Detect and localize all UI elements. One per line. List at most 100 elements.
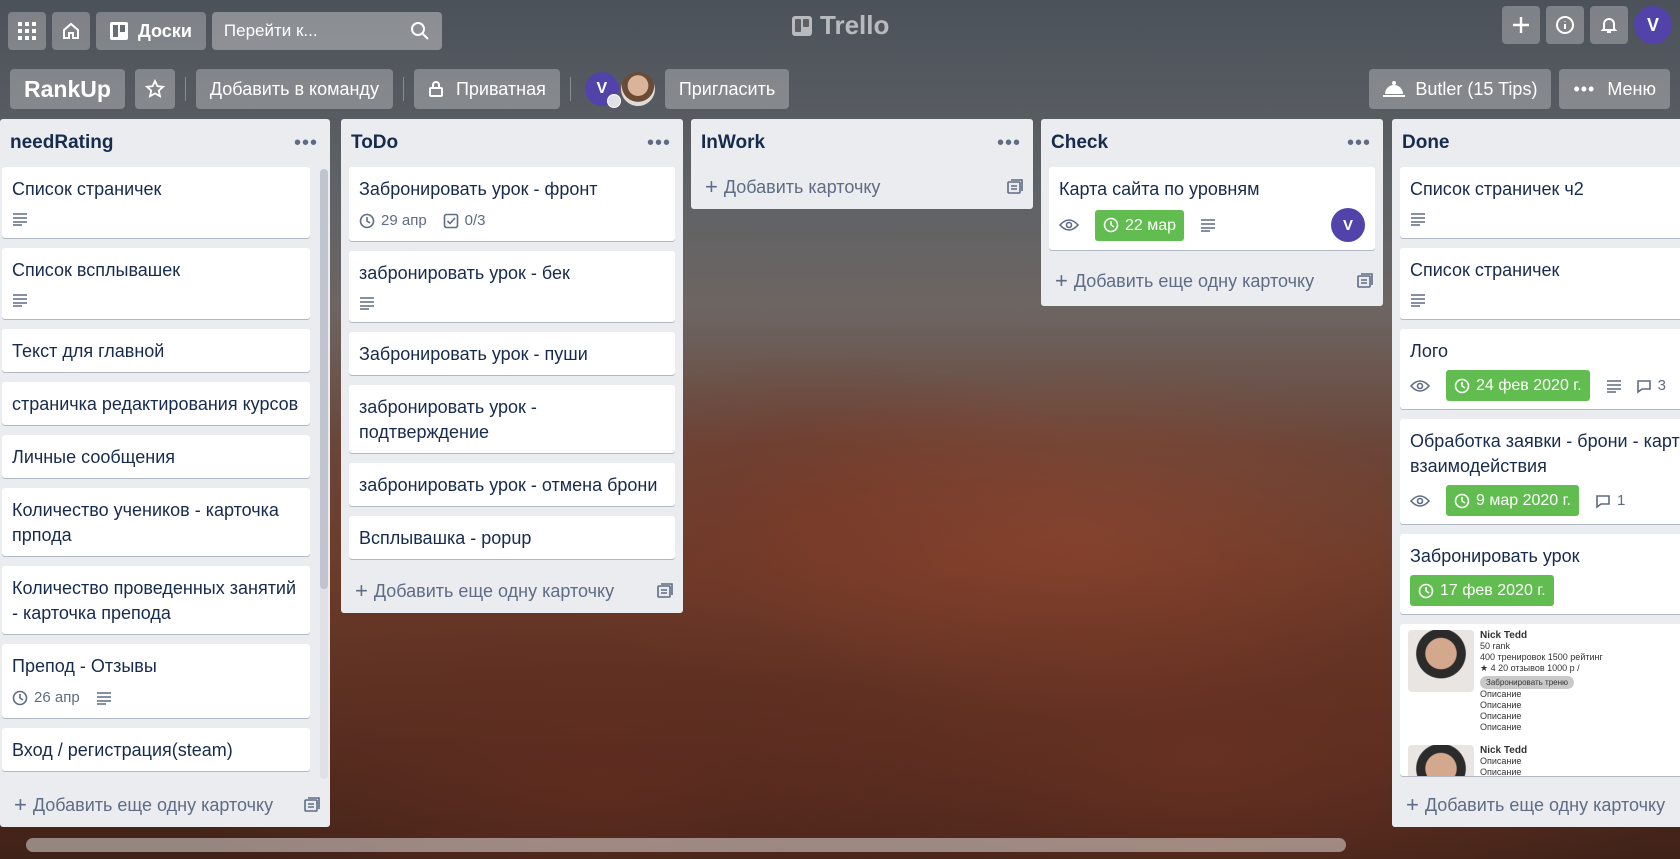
card[interactable]: забронировать урок - бек xyxy=(349,251,675,322)
clock-icon xyxy=(1418,583,1434,598)
preview-photo xyxy=(1408,745,1474,776)
user-avatar[interactable]: V xyxy=(1634,6,1672,44)
card[interactable]: Список страничек xyxy=(1400,248,1680,319)
butler-button[interactable]: Butler (15 Tips) xyxy=(1369,69,1552,109)
privacy-button[interactable]: Приватная xyxy=(413,69,560,109)
watch-badge xyxy=(1410,494,1436,508)
checklist-count: 0/3 xyxy=(464,212,486,229)
list-menu-icon[interactable]: ••• xyxy=(997,132,1021,155)
list-menu-icon[interactable]: ••• xyxy=(1347,132,1371,155)
preview-info: Nick Tedd 50 rank 400 тренировок 1500 ре… xyxy=(1480,630,1680,733)
card[interactable]: Количество проведенных занятий - карточк… xyxy=(2,566,310,634)
card[interactable]: страничка редактирования курсов xyxy=(2,382,310,425)
preview-name: Nick Tedd xyxy=(1480,745,1528,756)
add-card-button[interactable]: + Добавить еще одну карточку xyxy=(0,783,330,827)
checklist-badge: 0/3 xyxy=(443,208,486,233)
notifications-button[interactable] xyxy=(1590,6,1628,44)
apps-button[interactable] xyxy=(8,12,46,50)
member-avatar[interactable]: V xyxy=(584,72,621,108)
list-header: needRating ••• xyxy=(0,119,330,167)
card-image-preview[interactable]: Nick Tedd 50 rank 400 тренировок 1500 ре… xyxy=(1400,624,1680,776)
comments-badge: 1 xyxy=(1595,488,1625,513)
comment-count: 1 xyxy=(1616,492,1626,509)
card-title: Препод - Отзывы xyxy=(12,656,157,676)
preview-rating: ★ 4 20 отзывов 1000 р / xyxy=(1480,663,1580,673)
card-title: страничка редактирования курсов xyxy=(12,394,299,414)
list-scrollbar[interactable] xyxy=(320,169,328,779)
info-button[interactable] xyxy=(1546,6,1584,44)
list-menu-icon[interactable]: ••• xyxy=(294,132,318,155)
card[interactable]: Количество учеников - карточка прпода xyxy=(2,488,310,556)
lock-icon xyxy=(428,81,443,97)
plus-icon: + xyxy=(1055,268,1068,293)
search-placeholder: Перейти к... xyxy=(223,21,318,40)
list-title[interactable]: Done xyxy=(1402,132,1450,154)
card[interactable]: Забронировать урок 17 фев 2020 г. xyxy=(1400,534,1680,614)
add-card-button[interactable]: + Добавить еще одну карточку xyxy=(341,569,683,613)
description-icon xyxy=(13,213,27,226)
card[interactable]: Вход / регистрация(steam) xyxy=(2,728,310,771)
card-title: Количество учеников - карточка прпода xyxy=(12,500,279,545)
list-check: Check ••• Карта сайта по уровням 22 мар … xyxy=(1041,119,1383,306)
template-icon[interactable] xyxy=(1357,273,1373,289)
add-card-label: Добавить еще одну карточку xyxy=(373,580,615,601)
card[interactable]: Карта сайта по уровням 22 мар V xyxy=(1049,167,1375,250)
add-team-button[interactable]: Добавить в команду xyxy=(195,69,393,109)
board-title[interactable]: RankUp xyxy=(10,69,125,109)
separator xyxy=(569,77,571,101)
search-input[interactable]: Перейти к... xyxy=(211,12,442,50)
card-title: Список страничек xyxy=(12,179,162,199)
card-member-avatar[interactable]: V xyxy=(1331,208,1365,242)
card[interactable]: Забронировать урок - фронт 29 апр 0/3 xyxy=(349,167,675,241)
menu-button[interactable]: ••• Меню xyxy=(1559,69,1670,109)
list-inwork: InWork ••• + Добавить карточку xyxy=(691,119,1033,209)
board-members: V xyxy=(584,72,655,108)
list-title[interactable]: ToDo xyxy=(351,132,398,154)
trello-logo-text: Trello xyxy=(820,10,890,40)
preview-desc: Описание xyxy=(1480,700,1522,710)
trello-logo[interactable]: Trello xyxy=(792,10,889,41)
due-date-badge: 17 фев 2020 г. xyxy=(1410,575,1554,606)
card-title: забронировать урок - отмена брони xyxy=(359,475,658,495)
scrollbar-thumb[interactable] xyxy=(320,169,328,589)
invite-button[interactable]: Пригласить xyxy=(664,69,790,109)
due-date: 24 фев 2020 г. xyxy=(1476,377,1582,394)
card[interactable]: Личные сообщения xyxy=(2,435,310,478)
card[interactable]: Текст для главной xyxy=(2,329,310,372)
card[interactable]: забронировать урок - подтверждение xyxy=(349,385,675,453)
card[interactable]: Список страничек ч2 xyxy=(1400,167,1680,238)
description-icon xyxy=(1201,219,1216,232)
due-date: 17 фев 2020 г. xyxy=(1440,582,1546,599)
star-button[interactable] xyxy=(134,69,175,109)
add-card-label: Добавить еще одну карточку xyxy=(32,794,274,815)
star-icon xyxy=(144,79,165,98)
home-button[interactable] xyxy=(52,12,90,50)
card[interactable]: Лого 24 фев 2020 г. 3 xyxy=(1400,329,1680,409)
add-card-button[interactable]: + Добавить карточку xyxy=(691,165,1033,209)
card[interactable]: Забронировать урок - пуши xyxy=(349,332,675,375)
topbar-right: V xyxy=(1502,6,1672,44)
board-horizontal-scrollbar[interactable] xyxy=(26,838,1346,852)
list-menu-icon[interactable]: ••• xyxy=(647,132,671,155)
preview-desc: Описание xyxy=(1480,767,1522,776)
card[interactable]: Обработка заявки - брони - карточка взаи… xyxy=(1400,419,1680,524)
list-title[interactable]: InWork xyxy=(701,132,765,154)
list-title[interactable]: needRating xyxy=(10,132,113,154)
create-button[interactable] xyxy=(1502,6,1540,44)
card[interactable]: Список страничек xyxy=(2,167,310,238)
card[interactable]: забронировать урок - отмена брони xyxy=(349,463,675,506)
template-icon[interactable] xyxy=(304,797,320,813)
add-card-button[interactable]: + Добавить еще одну карточку xyxy=(1041,256,1383,306)
comment-count: 3 xyxy=(1657,377,1666,394)
list-title[interactable]: Check xyxy=(1051,132,1108,154)
member-avatar-photo[interactable] xyxy=(620,72,655,106)
boards-button[interactable]: Доски xyxy=(96,12,206,50)
template-icon[interactable] xyxy=(1007,179,1023,195)
description-icon xyxy=(1411,294,1425,307)
card[interactable]: Препод - Отзывы 26 апр xyxy=(2,644,310,718)
bell-icon xyxy=(1600,18,1618,33)
add-card-button[interactable]: + Добавить еще одну карточку xyxy=(1392,783,1680,827)
card[interactable]: Список всплывашек xyxy=(2,248,310,319)
template-icon[interactable] xyxy=(657,583,673,599)
card[interactable]: Всплывашка - popup xyxy=(349,516,675,559)
